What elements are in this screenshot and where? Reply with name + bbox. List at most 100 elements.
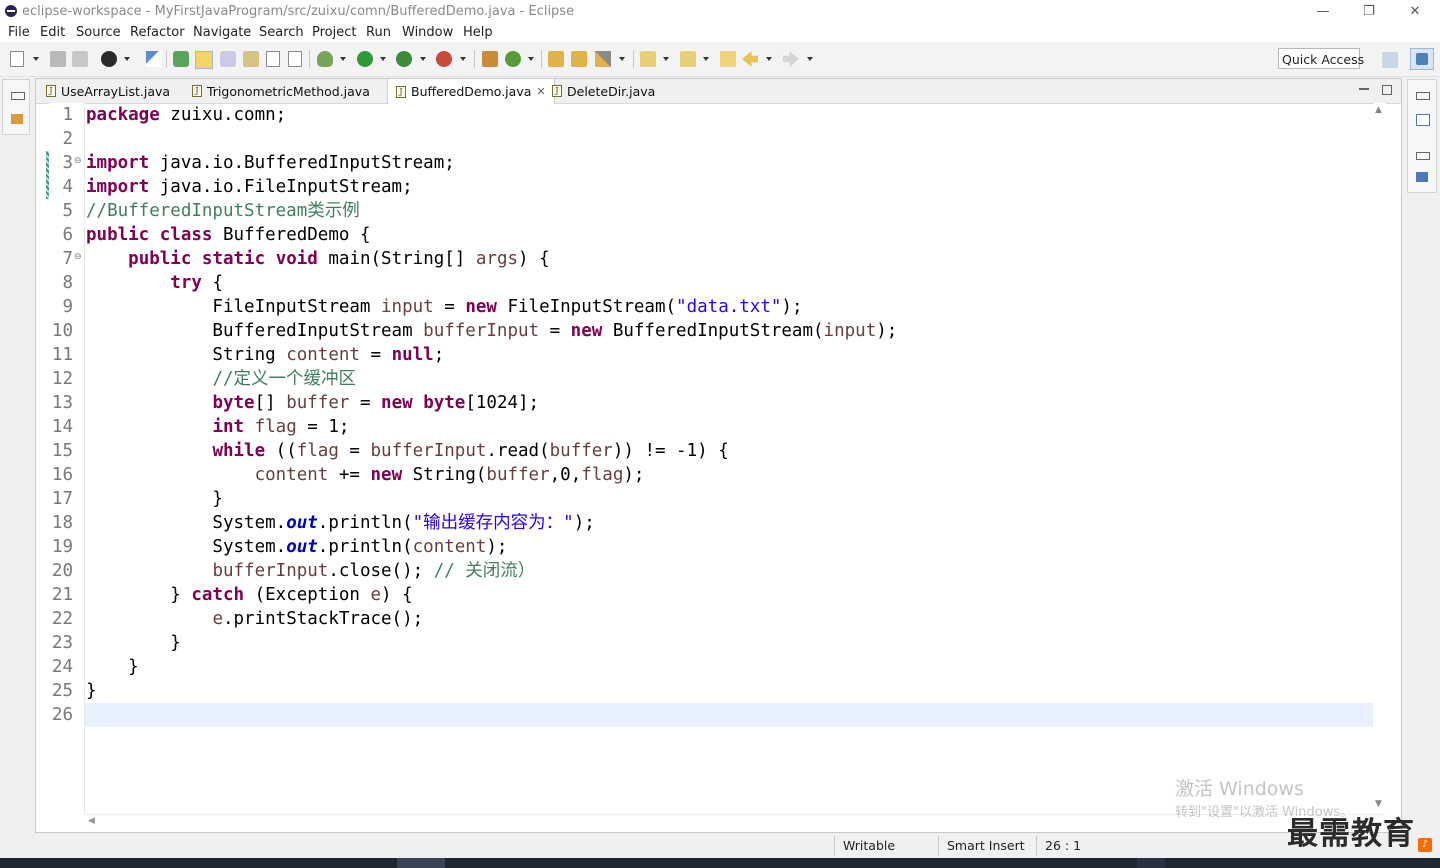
close-tab-icon[interactable]: ✕ xyxy=(536,85,545,98)
last-edit-location-icon[interactable] xyxy=(720,51,736,67)
java-perspective-button[interactable] xyxy=(1410,48,1434,70)
code-line[interactable]: while ((flag = bufferInput.read(buffer))… xyxy=(86,439,728,463)
menu-project[interactable]: Project xyxy=(312,25,356,40)
scroll-left-icon[interactable]: ◀ xyxy=(88,816,95,826)
run-coverage-icon[interactable] xyxy=(396,51,412,67)
tab-deletedir[interactable]: J DeleteDir.java xyxy=(546,79,661,103)
back-dropdown-arrow-icon[interactable] xyxy=(766,57,772,61)
restore-view-icon[interactable] xyxy=(1416,152,1430,160)
taskbar-active-app[interactable] xyxy=(397,858,445,868)
word-wrap-icon[interactable] xyxy=(243,51,259,67)
code-line[interactable]: public class BufferedDemo { xyxy=(86,223,371,247)
new-file-icon[interactable] xyxy=(10,51,24,67)
forward-arrow-icon[interactable] xyxy=(783,51,799,67)
toggle-block-selection-icon[interactable] xyxy=(220,51,236,67)
external-tools-icon[interactable] xyxy=(436,51,452,67)
forward-dropdown-arrow-icon[interactable] xyxy=(807,57,813,61)
next-annotation-icon[interactable] xyxy=(640,51,656,67)
code-line[interactable]: import java.io.FileInputStream; xyxy=(86,175,413,199)
profile-dropdown-arrow-icon[interactable] xyxy=(124,57,130,61)
console-view-icon[interactable] xyxy=(1416,172,1428,182)
debug-dropdown-arrow-icon[interactable] xyxy=(340,57,346,61)
code-line[interactable]: e.printStackTrace(); xyxy=(86,607,423,631)
fold-toggle-icon[interactable]: ⊖ xyxy=(74,247,83,271)
menu-edit[interactable]: Edit xyxy=(40,25,65,40)
tab-buffereddemo[interactable]: J BufferedDemo.java ✕ xyxy=(387,79,555,104)
minimize-editor-icon[interactable] xyxy=(1359,88,1369,90)
save-icon[interactable] xyxy=(50,51,66,67)
restore-view-icon[interactable] xyxy=(11,92,25,100)
new-java-class-icon[interactable] xyxy=(505,51,521,67)
show-whitespace-icon[interactable] xyxy=(266,51,280,67)
menu-refactor[interactable]: Refactor xyxy=(130,25,185,40)
code-line[interactable]: //BufferedInputStream类示例 xyxy=(86,199,360,223)
open-task-icon[interactable] xyxy=(571,51,587,67)
package-explorer-icon[interactable] xyxy=(11,114,23,124)
tab-trigonometricmethod[interactable]: J TrigonometricMethod.java xyxy=(186,79,376,103)
menu-help[interactable]: Help xyxy=(463,25,493,40)
search-dropdown-arrow-icon[interactable] xyxy=(619,57,625,61)
code-line[interactable]: FileInputStream input = new FileInputStr… xyxy=(86,295,802,319)
code-line[interactable]: content += new String(buffer,0,flag); xyxy=(86,463,645,487)
code-line[interactable]: byte[] buffer = new byte[1024]; xyxy=(86,391,539,415)
code-line[interactable]: //定义一个缓冲区 xyxy=(86,367,356,391)
code-line[interactable]: } xyxy=(86,631,181,655)
previous-annotation-dropdown-arrow-icon[interactable] xyxy=(703,57,709,61)
debug-icon[interactable] xyxy=(317,51,333,67)
code-line[interactable]: package zuixu.comn; xyxy=(86,103,286,127)
restore-button[interactable]: ❐ xyxy=(1346,0,1392,22)
open-perspective-icon[interactable] xyxy=(1382,52,1398,68)
code-area[interactable]: ▲ ▼ 1 2 3 ⊖ 4 5 6 7 ⊖ 8 9 10 11 12 13 14 15 16 17 18 19 20 21 2… xyxy=(36,103,1386,815)
run-icon[interactable] xyxy=(357,51,373,67)
code-line[interactable]: import java.io.BufferedInputStream; xyxy=(86,151,455,175)
open-type-icon[interactable] xyxy=(173,51,189,67)
menu-run[interactable]: Run xyxy=(366,25,391,40)
toggle-mark-occurrences-icon[interactable] xyxy=(195,51,213,69)
previous-annotation-icon[interactable] xyxy=(680,51,696,67)
maximize-editor-icon[interactable] xyxy=(1382,85,1392,95)
code-line[interactable]: try { xyxy=(86,271,223,295)
code-line[interactable]: } xyxy=(86,679,97,703)
code-line[interactable]: } catch (Exception e) { xyxy=(86,583,412,607)
paragraph-marks-icon[interactable] xyxy=(288,51,302,67)
code-token: while xyxy=(212,441,266,461)
next-annotation-dropdown-arrow-icon[interactable] xyxy=(663,57,669,61)
code-line[interactable]: } xyxy=(86,487,223,511)
menu-navigate[interactable]: Navigate xyxy=(193,25,251,40)
menu-search[interactable]: Search xyxy=(259,25,304,40)
fold-toggle-icon[interactable]: ⊖ xyxy=(74,151,83,175)
search-icon[interactable] xyxy=(595,51,611,67)
menu-file[interactable]: File xyxy=(8,25,30,40)
code-line[interactable]: BufferedInputStream bufferInput = new Bu… xyxy=(86,319,897,343)
code-line[interactable]: public static void main(String[] args) { xyxy=(86,247,550,271)
new-java-project-icon[interactable] xyxy=(482,51,498,67)
code-line[interactable]: System.out.println("输出缓存内容为："); xyxy=(86,511,594,535)
quick-access-field[interactable]: Quick Access xyxy=(1278,48,1364,69)
save-all-icon[interactable] xyxy=(72,51,88,67)
menu-window[interactable]: Window xyxy=(402,25,453,40)
minimize-button[interactable]: — xyxy=(1300,0,1346,22)
back-arrow-icon[interactable] xyxy=(742,51,758,67)
new-class-dropdown-arrow-icon[interactable] xyxy=(528,57,534,61)
close-window-button[interactable]: ✕ xyxy=(1392,0,1438,22)
code-line[interactable]: bufferInput.close(); // 关闭流） xyxy=(86,559,535,583)
scroll-up-icon[interactable]: ▲ xyxy=(1375,105,1382,115)
debug-profile-icon[interactable] xyxy=(101,51,117,67)
tab-usearraylist[interactable]: J UseArrayList.java xyxy=(40,79,176,103)
restore-view-icon[interactable] xyxy=(1416,92,1430,100)
open-folder-icon[interactable] xyxy=(548,51,564,67)
coverage-dropdown-arrow-icon[interactable] xyxy=(420,57,426,61)
code-line[interactable]: String content = null; xyxy=(86,343,444,367)
skip-breakpoints-icon[interactable] xyxy=(146,51,162,67)
new-dropdown-arrow-icon[interactable] xyxy=(33,57,39,61)
outline-view-icon[interactable] xyxy=(1416,114,1430,126)
code-line[interactable]: } xyxy=(86,655,139,679)
external-tools-dropdown-arrow-icon[interactable] xyxy=(460,57,466,61)
menu-source[interactable]: Source xyxy=(76,25,121,40)
insert-mode-status[interactable]: Smart Insert xyxy=(938,836,1035,856)
taskbar-item[interactable] xyxy=(1137,858,1165,868)
code-line[interactable]: int flag = 1; xyxy=(86,415,349,439)
vertical-scrollbar[interactable]: ▲ ▼ xyxy=(1373,103,1386,815)
code-line[interactable]: System.out.println(content); xyxy=(86,535,507,559)
run-dropdown-arrow-icon[interactable] xyxy=(380,57,386,61)
